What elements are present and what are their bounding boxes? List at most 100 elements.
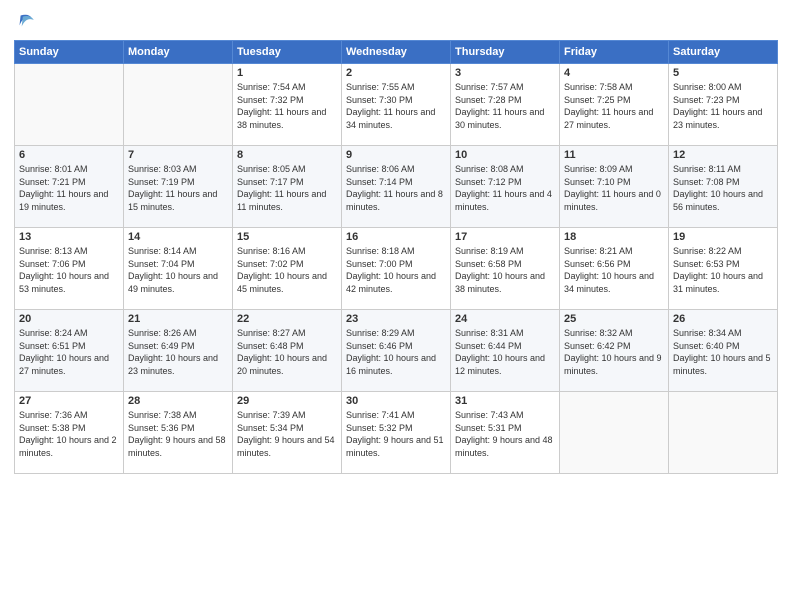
week-row-5: 27 Sunrise: 7:36 AM Sunset: 5:38 PM Dayli…: [15, 392, 778, 474]
day-number: 22: [237, 313, 337, 325]
day-number: 24: [455, 313, 555, 325]
day-number: 17: [455, 231, 555, 243]
calendar-cell: 30 Sunrise: 7:41 AM Sunset: 5:32 PM Dayli…: [342, 392, 451, 474]
calendar-cell: 6Sunrise: 8:01 AM Sunset: 7:21 PM Daylig…: [15, 146, 124, 228]
day-number: 27: [19, 395, 119, 407]
calendar-cell: 2 Sunrise: 7:55 AM Sunset: 7:30 PM Daylig…: [342, 64, 451, 146]
day-content: Sunrise: 8:18 AM Sunset: 7:00 PM Dayligh…: [346, 245, 446, 295]
day-number: 26: [673, 313, 773, 325]
week-row-4: 20Sunrise: 8:24 AM Sunset: 6:51 PM Dayli…: [15, 310, 778, 392]
calendar-cell: [124, 64, 233, 146]
day-content: Sunrise: 8:06 AM Sunset: 7:14 PM Dayligh…: [346, 163, 446, 213]
day-content: Sunrise: 7:57 AM Sunset: 7:28 PM Dayligh…: [455, 81, 555, 131]
logo: [14, 10, 40, 32]
week-row-2: 6Sunrise: 8:01 AM Sunset: 7:21 PM Daylig…: [15, 146, 778, 228]
day-number: 29: [237, 395, 337, 407]
calendar-cell: 5 Sunrise: 8:00 AM Sunset: 7:23 PM Daylig…: [669, 64, 778, 146]
week-row-3: 13 Sunrise: 8:13 AM Sunset: 7:06 PM Dayli…: [15, 228, 778, 310]
day-content: Sunrise: 8:21 AM Sunset: 6:56 PM Dayligh…: [564, 245, 664, 295]
calendar-cell: 26 Sunrise: 8:34 AM Sunset: 6:40 PM Dayli…: [669, 310, 778, 392]
weekday-monday: Monday: [124, 41, 233, 64]
day-number: 16: [346, 231, 446, 243]
weekday-friday: Friday: [560, 41, 669, 64]
day-content: Sunrise: 7:55 AM Sunset: 7:30 PM Dayligh…: [346, 81, 446, 131]
day-number: 1: [237, 67, 337, 79]
weekday-saturday: Saturday: [669, 41, 778, 64]
calendar-cell: 17 Sunrise: 8:19 AM Sunset: 6:58 PM Dayli…: [451, 228, 560, 310]
calendar-cell: 4 Sunrise: 7:58 AM Sunset: 7:25 PM Daylig…: [560, 64, 669, 146]
calendar-cell: 1 Sunrise: 7:54 AM Sunset: 7:32 PM Daylig…: [233, 64, 342, 146]
day-number: 28: [128, 395, 228, 407]
day-number: 13: [19, 231, 119, 243]
day-content: Sunrise: 8:03 AM Sunset: 7:19 PM Dayligh…: [128, 163, 228, 213]
weekday-wednesday: Wednesday: [342, 41, 451, 64]
calendar-cell: 31 Sunrise: 7:43 AM Sunset: 5:31 PM Dayli…: [451, 392, 560, 474]
day-number: 31: [455, 395, 555, 407]
calendar-cell: 29 Sunrise: 7:39 AM Sunset: 5:34 PM Dayli…: [233, 392, 342, 474]
day-content: Sunrise: 7:41 AM Sunset: 5:32 PM Dayligh…: [346, 409, 446, 459]
calendar-table: SundayMondayTuesdayWednesdayThursdayFrid…: [14, 40, 778, 474]
calendar-cell: 20Sunrise: 8:24 AM Sunset: 6:51 PM Dayli…: [15, 310, 124, 392]
weekday-tuesday: Tuesday: [233, 41, 342, 64]
day-content: Sunrise: 8:32 AM Sunset: 6:42 PM Dayligh…: [564, 327, 664, 377]
calendar-cell: 14 Sunrise: 8:14 AM Sunset: 7:04 PM Dayli…: [124, 228, 233, 310]
day-content: Sunrise: 8:27 AM Sunset: 6:48 PM Dayligh…: [237, 327, 337, 377]
day-content: Sunrise: 7:38 AM Sunset: 5:36 PM Dayligh…: [128, 409, 228, 459]
calendar-cell: 19 Sunrise: 8:22 AM Sunset: 6:53 PM Dayli…: [669, 228, 778, 310]
day-content: Sunrise: 8:14 AM Sunset: 7:04 PM Dayligh…: [128, 245, 228, 295]
day-number: 18: [564, 231, 664, 243]
day-number: 11: [564, 149, 664, 161]
day-content: Sunrise: 8:13 AM Sunset: 7:06 PM Dayligh…: [19, 245, 119, 295]
day-content: Sunrise: 8:11 AM Sunset: 7:08 PM Dayligh…: [673, 163, 773, 213]
day-number: 25: [564, 313, 664, 325]
calendar-cell: 27 Sunrise: 7:36 AM Sunset: 5:38 PM Dayli…: [15, 392, 124, 474]
day-content: Sunrise: 8:08 AM Sunset: 7:12 PM Dayligh…: [455, 163, 555, 213]
day-content: Sunrise: 8:29 AM Sunset: 6:46 PM Dayligh…: [346, 327, 446, 377]
day-content: Sunrise: 8:00 AM Sunset: 7:23 PM Dayligh…: [673, 81, 773, 131]
day-number: 3: [455, 67, 555, 79]
day-content: Sunrise: 7:36 AM Sunset: 5:38 PM Dayligh…: [19, 409, 119, 459]
day-number: 14: [128, 231, 228, 243]
calendar-cell: 18 Sunrise: 8:21 AM Sunset: 6:56 PM Dayli…: [560, 228, 669, 310]
calendar-cell: 23 Sunrise: 8:29 AM Sunset: 6:46 PM Dayli…: [342, 310, 451, 392]
calendar-cell: 28 Sunrise: 7:38 AM Sunset: 5:36 PM Dayli…: [124, 392, 233, 474]
calendar-cell: 24Sunrise: 8:31 AM Sunset: 6:44 PM Dayli…: [451, 310, 560, 392]
day-content: Sunrise: 7:43 AM Sunset: 5:31 PM Dayligh…: [455, 409, 555, 459]
day-number: 5: [673, 67, 773, 79]
day-number: 9: [346, 149, 446, 161]
calendar-cell: 11Sunrise: 8:09 AM Sunset: 7:10 PM Dayli…: [560, 146, 669, 228]
day-content: Sunrise: 8:26 AM Sunset: 6:49 PM Dayligh…: [128, 327, 228, 377]
day-content: Sunrise: 8:24 AM Sunset: 6:51 PM Dayligh…: [19, 327, 119, 377]
day-number: 19: [673, 231, 773, 243]
day-number: 4: [564, 67, 664, 79]
day-content: Sunrise: 8:22 AM Sunset: 6:53 PM Dayligh…: [673, 245, 773, 295]
day-content: Sunrise: 8:19 AM Sunset: 6:58 PM Dayligh…: [455, 245, 555, 295]
calendar-cell: 9 Sunrise: 8:06 AM Sunset: 7:14 PM Daylig…: [342, 146, 451, 228]
day-content: Sunrise: 8:01 AM Sunset: 7:21 PM Dayligh…: [19, 163, 119, 213]
calendar-cell: 25 Sunrise: 8:32 AM Sunset: 6:42 PM Dayli…: [560, 310, 669, 392]
weekday-sunday: Sunday: [15, 41, 124, 64]
day-content: Sunrise: 8:16 AM Sunset: 7:02 PM Dayligh…: [237, 245, 337, 295]
day-number: 8: [237, 149, 337, 161]
week-row-1: 1 Sunrise: 7:54 AM Sunset: 7:32 PM Daylig…: [15, 64, 778, 146]
calendar-cell: [669, 392, 778, 474]
day-number: 23: [346, 313, 446, 325]
calendar-cell: 12Sunrise: 8:11 AM Sunset: 7:08 PM Dayli…: [669, 146, 778, 228]
day-content: Sunrise: 7:58 AM Sunset: 7:25 PM Dayligh…: [564, 81, 664, 131]
day-content: Sunrise: 7:39 AM Sunset: 5:34 PM Dayligh…: [237, 409, 337, 459]
day-number: 2: [346, 67, 446, 79]
header: [14, 10, 778, 32]
day-content: Sunrise: 8:34 AM Sunset: 6:40 PM Dayligh…: [673, 327, 773, 377]
day-number: 10: [455, 149, 555, 161]
calendar-cell: [560, 392, 669, 474]
calendar-cell: 8Sunrise: 8:05 AM Sunset: 7:17 PM Daylig…: [233, 146, 342, 228]
day-number: 30: [346, 395, 446, 407]
calendar-cell: 3 Sunrise: 7:57 AM Sunset: 7:28 PM Daylig…: [451, 64, 560, 146]
calendar-cell: 13 Sunrise: 8:13 AM Sunset: 7:06 PM Dayli…: [15, 228, 124, 310]
calendar-cell: [15, 64, 124, 146]
calendar-cell: 7Sunrise: 8:03 AM Sunset: 7:19 PM Daylig…: [124, 146, 233, 228]
weekday-thursday: Thursday: [451, 41, 560, 64]
calendar-cell: 22 Sunrise: 8:27 AM Sunset: 6:48 PM Dayli…: [233, 310, 342, 392]
day-content: Sunrise: 7:54 AM Sunset: 7:32 PM Dayligh…: [237, 81, 337, 131]
calendar-cell: 10 Sunrise: 8:08 AM Sunset: 7:12 PM Dayli…: [451, 146, 560, 228]
